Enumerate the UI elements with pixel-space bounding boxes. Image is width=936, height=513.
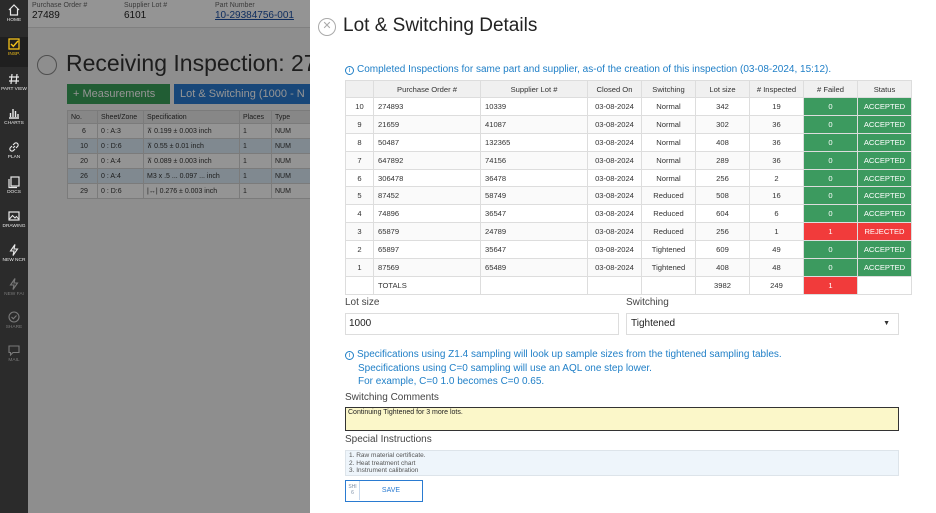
note-line: Specifications using C=0 sampling will u… [358,362,652,374]
failed-count-cell: 0 [803,168,858,188]
hash-icon [9,73,19,85]
col-header-lot-size: Lot size [695,80,750,98]
checkbox-icon [8,38,20,50]
col-header-purchase-order: Purchase Order # [373,80,481,98]
total-failed: 1 [803,275,858,295]
bolt-icon [9,278,19,290]
col-header-supplier-lot: Supplier Lot # [480,80,588,98]
panel-title: Lot & Switching Details [343,15,538,36]
status-badge: ACCEPTED [857,204,912,224]
status-badge: ACCEPTED [857,150,912,170]
nav-docs[interactable]: DOCS [0,175,28,205]
failed-count-cell: 0 [803,186,858,206]
chat-icon [8,345,20,357]
special-instructions-field[interactable]: 1. Raw material certificate. 2. Heat tre… [345,450,899,476]
tightened-info-note: i Specifications using Z1.4 sampling will… [345,348,782,389]
save-shortcut-hint: SHI 6 [346,481,360,500]
docs-icon [8,176,20,189]
lot-size-input[interactable]: 1000 [345,313,619,335]
lot-size-label: Lot size [345,297,380,308]
table-row[interactable]: 5 87452 58749 03-08-2024 Reduced 508 16 … [345,186,912,206]
nav-mail[interactable]: MAIL [0,343,28,373]
nav-new-ncr[interactable]: NEW NCR [0,243,28,273]
status-badge: ACCEPTED [857,168,912,188]
failed-count-cell: 0 [803,114,858,134]
table-row[interactable]: 8 50487 132365 03-08-2024 Normal 408 36 … [345,132,912,152]
switching-comments-field[interactable]: Continuing Tightened for 3 more lots. [345,407,899,431]
totals-label: TOTALS [373,275,481,295]
nav-part-view[interactable]: PART VIEW [0,72,28,102]
completed-inspections-info: i Completed Inspections for same part and… [345,64,831,75]
image-icon [8,211,20,221]
failed-count-cell: 0 [803,258,858,277]
nav-share[interactable]: SHARE [0,310,28,340]
status-badge: ACCEPTED [857,97,912,116]
info-icon: i [345,351,354,360]
table-row[interactable]: 2 65897 35647 03-08-2024 Tightened 609 4… [345,240,912,260]
table-row[interactable]: 1 87569 65489 03-08-2024 Tightened 408 4… [345,258,912,277]
special-instructions-label: Special Instructions [345,434,432,445]
bar-chart-icon [9,109,19,119]
nav-drawing[interactable]: DRAWING [0,209,28,239]
close-icon[interactable]: ✕ [318,18,336,36]
instruction-line: 2. Heat treatment chart [349,459,416,467]
note-line: For example, C=0 1.0 becomes C=0 0.65. [358,376,545,387]
modal-backdrop[interactable] [28,0,338,513]
status-badge: ACCEPTED [857,258,912,277]
note-line: Specifications using Z1.4 sampling will … [357,349,782,360]
failed-count-cell: 0 [803,204,858,224]
switching-comments-label: Switching Comments [345,392,439,403]
info-text: Completed Inspections for same part and … [357,64,832,75]
col-header-closed-on: Closed On [587,80,642,98]
save-button[interactable]: SHI 6 SAVE [345,480,423,502]
home-icon [8,4,20,16]
nav-inspection[interactable]: INSP. [0,37,28,67]
switching-label: Switching [626,297,669,308]
completed-inspections-table: Purchase Order # Supplier Lot # Closed O… [345,80,912,295]
status-badge: ACCEPTED [857,186,912,206]
table-row[interactable]: 6 306478 36478 03-08-2024 Normal 256 2 0… [345,168,912,188]
bolt-icon [9,244,19,256]
failed-count-cell: 0 [803,150,858,170]
link-icon [9,142,19,152]
nav-charts[interactable]: CHARTS [0,106,28,136]
table-row[interactable]: 10 274893 10339 03-08-2024 Normal 342 19… [345,97,912,116]
save-label: SAVE [381,487,401,494]
table-row[interactable]: 7 647892 74156 03-08-2024 Normal 289 36 … [345,150,912,170]
switching-selected-value: Tightened [631,318,676,329]
totals-row: TOTALS 3982 249 1 [345,275,912,295]
left-nav: HOME INSP. PART VIEW CHARTS PLAN DOCS DR… [0,0,28,513]
nav-home[interactable]: HOME [0,3,28,33]
nav-plan[interactable]: PLAN [0,140,28,170]
status-badge: ACCEPTED [857,114,912,134]
col-header-failed: # Failed [803,80,858,98]
chevron-down-icon: ▼ [883,320,890,327]
nav-new-fai[interactable]: NEW FAI [0,277,28,307]
lot-switching-panel: ✕ Lot & Switching Details i Completed Ins… [310,0,936,513]
instruction-line: 1. Raw material certificate. [349,452,426,459]
info-icon: i [345,66,354,75]
col-header-switching: Switching [641,80,696,98]
status-badge: ACCEPTED [857,240,912,260]
instruction-line: 3. Instrument calibration [349,467,419,475]
total-inspected: 249 [749,275,804,295]
failed-count-cell: 0 [803,97,858,116]
failed-count-cell: 0 [803,132,858,152]
col-header-status: Status [857,80,912,98]
check-circle-icon [8,311,20,323]
total-lot-size: 3982 [695,275,750,295]
status-badge: ACCEPTED [857,132,912,152]
table-row[interactable]: 9 21659 41087 03-08-2024 Normal 302 36 0… [345,114,912,134]
switching-select[interactable]: Tightened ▼ [626,313,899,335]
failed-count-cell: 1 [803,222,858,242]
table-row[interactable]: 3 65879 24789 03-08-2024 Reduced 256 1 1… [345,222,912,242]
table-row[interactable]: 4 74896 36547 03-08-2024 Reduced 604 6 0… [345,204,912,224]
status-badge: REJECTED [857,222,912,242]
col-header-inspected: # Inspected [749,80,804,98]
col-header-index [345,80,374,98]
failed-count-cell: 0 [803,240,858,260]
